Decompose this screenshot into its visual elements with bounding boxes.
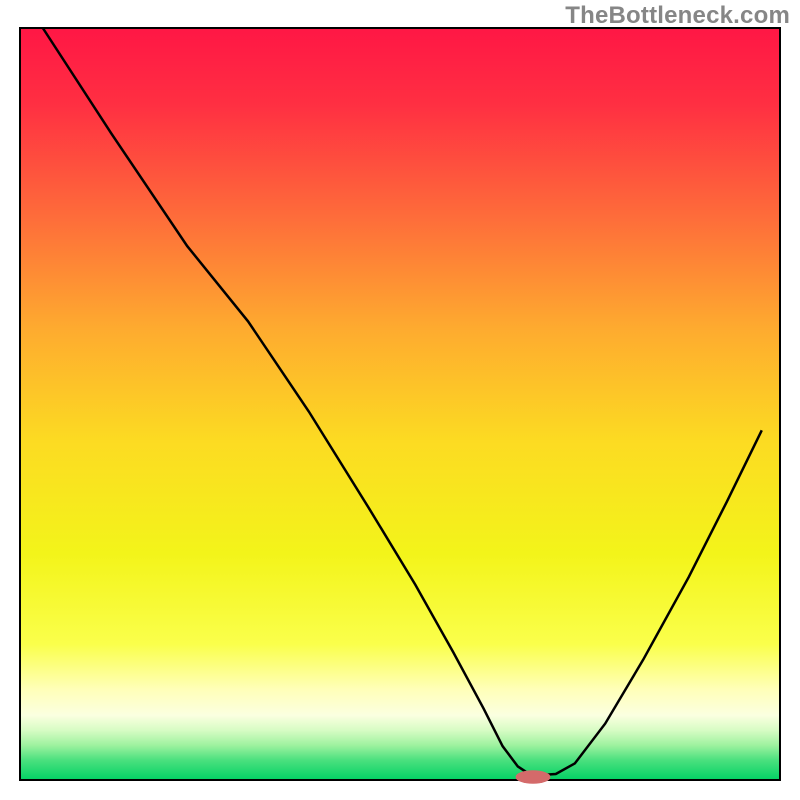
bottleneck-chart: TheBottleneck.com (0, 0, 800, 800)
watermark-text: TheBottleneck.com (565, 2, 790, 30)
chart-svg (0, 0, 800, 800)
optimal-marker (516, 770, 551, 784)
plot-background (21, 29, 779, 779)
